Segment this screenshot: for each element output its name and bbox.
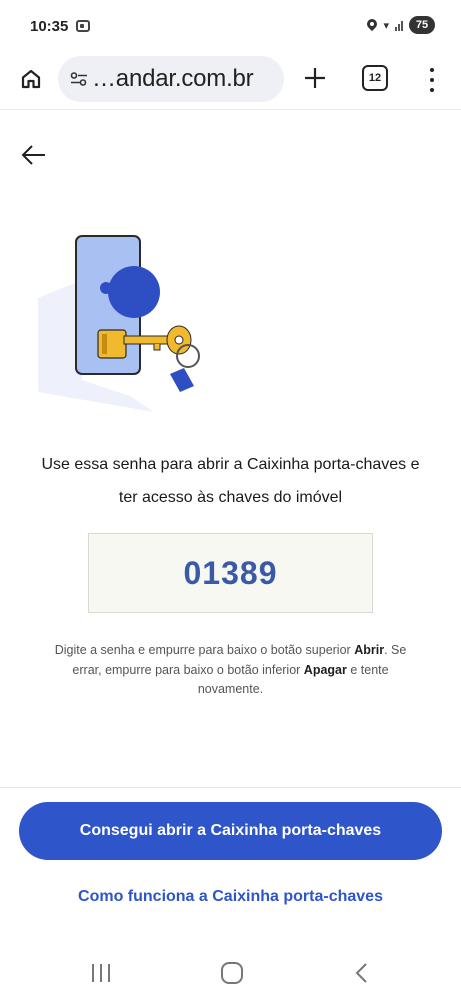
toolbar-divider [0, 109, 461, 110]
status-time: 10:35 [30, 17, 69, 35]
location-icon [367, 19, 377, 32]
footer-divider [0, 787, 461, 788]
recents-icon[interactable] [92, 964, 110, 982]
battery-indicator: 75 [409, 16, 435, 34]
browser-toolbar: …andar.com.br 12 [0, 52, 461, 110]
more-vert-icon[interactable] [422, 66, 442, 94]
opened-lockbox-button[interactable]: Consegui abrir a Caixinha porta-chaves [19, 802, 442, 860]
lockbox-illustration [34, 232, 224, 418]
system-nav-bar [0, 950, 461, 1000]
status-bar: 10:35 ▾ 75 [0, 0, 461, 52]
instruction-text: Use essa senha para abrir a Caixinha por… [41, 456, 420, 506]
wifi-icon: ▾ [383, 18, 389, 32]
home-icon[interactable] [16, 64, 46, 94]
code-box: 01389 [88, 533, 373, 613]
address-bar[interactable]: …andar.com.br [58, 56, 284, 102]
site-settings-icon[interactable] [70, 72, 88, 86]
tab-switcher-button[interactable]: 12 [362, 65, 388, 91]
help-apagar-label: Apagar [303, 662, 347, 677]
back-arrow-icon[interactable] [16, 138, 50, 172]
how-it-works-link[interactable]: Como funciona a Caixinha porta-chaves [19, 880, 442, 914]
lockbox-code: 01389 [183, 554, 278, 591]
help-text: Digite a senha e empurre para baixo o bo… [40, 641, 421, 700]
help-text-part: Digite a senha e empurre para baixo o bo… [54, 643, 355, 657]
signal-icon [395, 19, 403, 31]
screenshot-icon [76, 20, 91, 32]
nav-back-icon[interactable] [352, 962, 372, 984]
nav-home-icon[interactable] [221, 962, 243, 984]
help-abrir-label: Abrir [354, 643, 385, 657]
url-text: …andar.com.br [92, 65, 254, 92]
new-tab-button[interactable] [300, 60, 330, 96]
status-icons: ▾ 75 [367, 16, 435, 34]
